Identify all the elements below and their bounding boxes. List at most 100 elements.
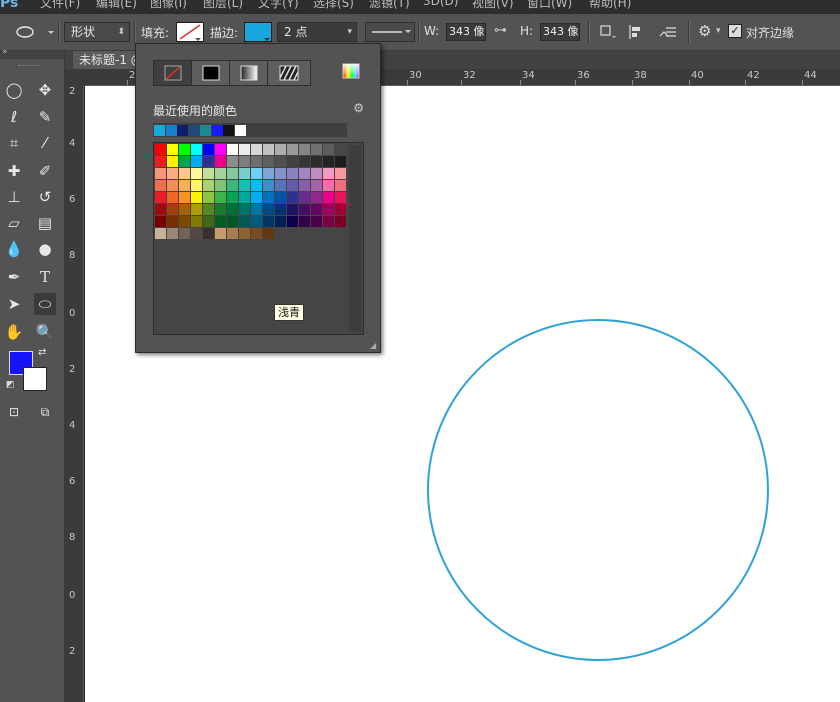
tool-preset-picker[interactable] <box>8 23 56 41</box>
color-swatch[interactable] <box>203 228 214 239</box>
color-swatch[interactable] <box>251 228 262 239</box>
color-swatch[interactable] <box>335 180 346 191</box>
swatch-scrollbar[interactable] <box>349 145 361 332</box>
color-swatch[interactable] <box>323 144 334 155</box>
crop-icon[interactable]: ⌗ <box>3 132 25 154</box>
dodge-icon[interactable]: ● <box>34 238 56 260</box>
color-swatch[interactable] <box>191 144 202 155</box>
stroke-type-dropdown[interactable] <box>365 22 415 42</box>
recent-color-swatch[interactable] <box>177 125 188 136</box>
color-swatch[interactable] <box>239 168 250 179</box>
menu-type[interactable]: 文字(Y) <box>258 0 299 11</box>
gradient-icon[interactable]: ▤ <box>34 212 56 234</box>
color-swatch[interactable] <box>287 192 298 203</box>
menu-window[interactable]: 窗口(W) <box>527 0 572 11</box>
color-swatch[interactable] <box>191 156 202 167</box>
color-swatch[interactable] <box>311 168 322 179</box>
color-swatch[interactable] <box>299 156 310 167</box>
color-swatch[interactable] <box>179 168 190 179</box>
color-swatch[interactable] <box>203 168 214 179</box>
color-swatch[interactable] <box>239 228 250 239</box>
color-swatch[interactable] <box>179 180 190 191</box>
color-swatch[interactable] <box>227 216 238 227</box>
color-swatch[interactable] <box>155 168 166 179</box>
default-colors-icon[interactable]: ◩ <box>6 380 15 390</box>
color-swatch[interactable] <box>263 216 274 227</box>
color-swatch[interactable] <box>335 192 346 203</box>
color-swatch[interactable] <box>287 144 298 155</box>
color-swatch[interactable] <box>299 180 310 191</box>
color-swatch[interactable] <box>299 144 310 155</box>
path-arrangement-icon[interactable] <box>656 22 680 42</box>
menu-filter[interactable]: 滤镜(T) <box>369 0 410 11</box>
width-input[interactable]: 343 像素 <box>446 23 486 41</box>
clone-stamp-icon[interactable]: ⊥ <box>3 186 25 208</box>
ellipse-shape[interactable] <box>427 319 769 661</box>
color-swatch[interactable] <box>311 180 322 191</box>
no-color-button[interactable] <box>154 61 192 85</box>
solid-color-button[interactable] <box>192 61 230 85</box>
chevron-down-icon[interactable]: ▾ <box>716 26 721 36</box>
color-swatch[interactable] <box>287 216 298 227</box>
menu-view[interactable]: 视图(V) <box>472 0 514 11</box>
color-swatch[interactable] <box>155 192 166 203</box>
recent-color-swatch[interactable] <box>154 125 165 136</box>
quick-mask-icon[interactable]: ⊡ <box>3 401 25 423</box>
menu-help[interactable]: 帮助(H) <box>589 0 631 11</box>
color-swatch[interactable] <box>215 180 226 191</box>
quick-selection-icon[interactable]: ✎ <box>34 106 56 128</box>
color-swatch[interactable] <box>323 156 334 167</box>
color-swatch[interactable] <box>335 216 346 227</box>
color-swatch[interactable] <box>203 156 214 167</box>
panel-grip[interactable] <box>18 65 40 69</box>
color-swatch[interactable] <box>275 168 286 179</box>
color-swatch[interactable] <box>263 204 274 215</box>
ellipse-shape-tool-icon[interactable]: ⬭ <box>34 293 56 315</box>
color-picker-button[interactable] <box>342 62 360 80</box>
color-swatch[interactable] <box>323 192 334 203</box>
color-swatch[interactable] <box>215 216 226 227</box>
color-swatch[interactable] <box>287 168 298 179</box>
color-swatch[interactable] <box>263 168 274 179</box>
color-swatch[interactable] <box>263 192 274 203</box>
ruler-corner[interactable] <box>65 69 85 85</box>
color-swatch[interactable] <box>191 204 202 215</box>
color-swatch[interactable] <box>179 192 190 203</box>
color-swatch[interactable] <box>167 204 178 215</box>
screen-mode-icon[interactable]: ⧉ <box>34 401 56 423</box>
pattern-button[interactable] <box>268 61 310 85</box>
eyedropper-icon[interactable]: ⁄ <box>34 132 56 154</box>
history-brush-icon[interactable]: ↺ <box>34 186 56 208</box>
recent-color-swatch[interactable] <box>165 125 177 136</box>
color-swatch[interactable] <box>299 168 310 179</box>
swap-colors-icon[interactable]: ⇄ <box>38 347 46 358</box>
color-swatch[interactable] <box>239 144 250 155</box>
color-swatch[interactable] <box>311 216 322 227</box>
color-swatch[interactable] <box>263 144 274 155</box>
color-swatch[interactable] <box>227 228 238 239</box>
color-swatch[interactable] <box>191 168 202 179</box>
color-swatch[interactable] <box>215 192 226 203</box>
color-swatch[interactable] <box>227 156 238 167</box>
color-swatch[interactable] <box>191 192 202 203</box>
color-swatch[interactable] <box>227 204 238 215</box>
move-tool-icon[interactable]: ✥ <box>34 79 56 101</box>
mode-dropdown[interactable]: 形状 ⬍ <box>64 22 130 42</box>
eraser-icon[interactable]: ▱ <box>3 212 25 234</box>
color-swatch[interactable] <box>167 216 178 227</box>
color-swatch[interactable] <box>215 204 226 215</box>
color-swatch[interactable] <box>227 192 238 203</box>
path-operations-icon[interactable] <box>598 23 618 41</box>
color-swatch[interactable] <box>311 192 322 203</box>
color-swatch[interactable] <box>239 192 250 203</box>
color-swatch[interactable] <box>239 180 250 191</box>
brush-icon[interactable]: ✐ <box>34 160 56 182</box>
menu-file[interactable]: 文件(F) <box>40 0 80 11</box>
link-icon[interactable]: ⊶ <box>494 23 507 38</box>
zoom-icon[interactable]: 🔍 <box>34 321 56 343</box>
menu-layer[interactable]: 图层(L) <box>203 0 243 11</box>
color-swatch[interactable] <box>203 192 214 203</box>
color-swatch[interactable] <box>239 216 250 227</box>
menu-edit[interactable]: 编辑(E) <box>96 0 137 11</box>
color-swatch[interactable] <box>203 180 214 191</box>
